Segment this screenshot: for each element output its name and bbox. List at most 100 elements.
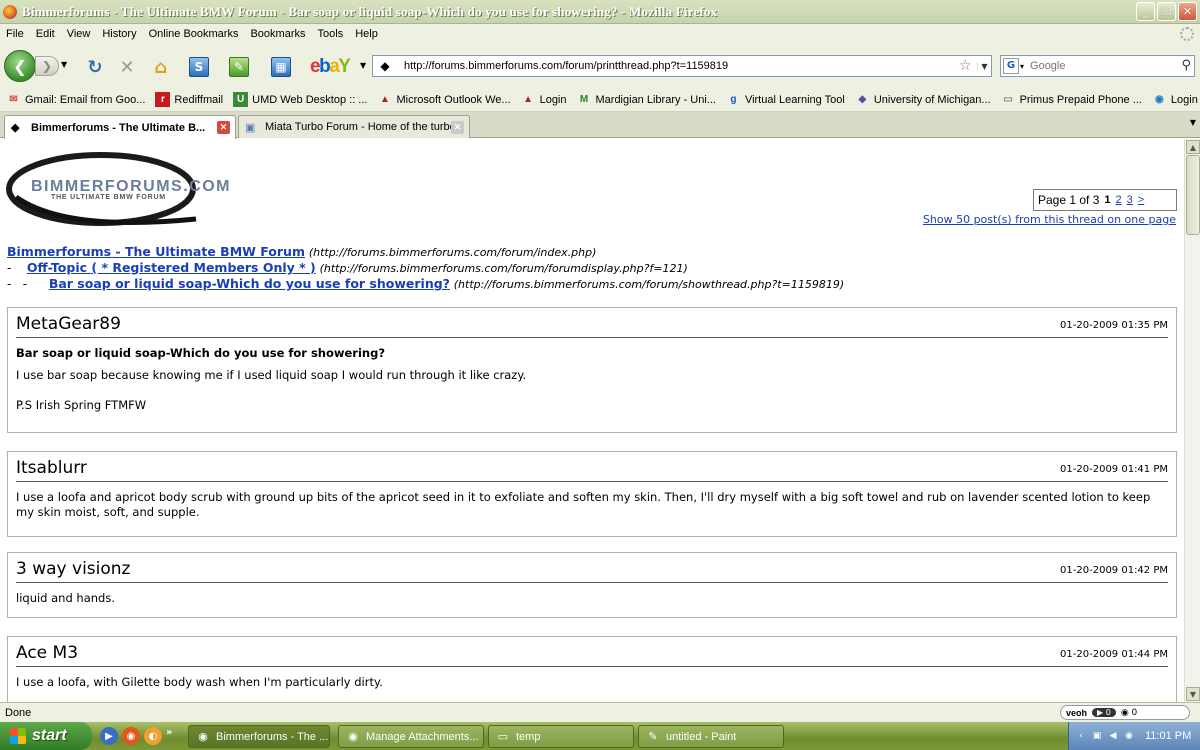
veoh-label: veoh — [1066, 707, 1088, 718]
post-body: liquid and hands. — [16, 591, 1168, 606]
quick-launch: ▶ ◉ ◐ » — [100, 727, 172, 745]
scroll-up-icon[interactable]: ▲ — [1186, 140, 1200, 154]
network-icon[interactable]: ▣ — [1091, 730, 1103, 742]
bookmark-umd[interactable]: U UMD Web Desktop :: ... — [233, 92, 367, 107]
bookmark-login-verification[interactable]: ◉Login Verification — [1152, 92, 1200, 107]
breadcrumb-url: (http://forums.bimmerforums.com/forum/sh… — [453, 278, 845, 291]
page-link-next[interactable]: > — [1138, 194, 1144, 206]
back-button[interactable]: ❮ — [4, 50, 36, 82]
reload-button[interactable]: ↻ — [84, 56, 106, 78]
window-title: Bimmerforums - The Ultimate BMW Forum - … — [22, 3, 718, 19]
bookmark-gmail[interactable]: ✉ Gmail: Email from Goo... — [6, 92, 145, 107]
post: 3 way visionz 01-20-2009 01:42 PM liquid… — [7, 552, 1177, 618]
menu-view[interactable]: View — [61, 28, 97, 40]
menu-help[interactable]: Help — [349, 28, 384, 40]
tab-close-icon[interactable]: ✕ — [451, 121, 464, 134]
post: Itsablurr 01-20-2009 01:41 PM I use a lo… — [7, 451, 1177, 537]
menu-bar: File Edit View History Online Bookmarks … — [0, 24, 1200, 44]
breadcrumb-prefix: - — [7, 261, 12, 275]
post-header: Itsablurr 01-20-2009 01:41 PM — [16, 458, 1168, 482]
address-bar[interactable]: ◆ http://forums.bimmerforums.com/forum/p… — [372, 55, 992, 77]
veoh-rss-icon[interactable]: ◉ 0 — [1121, 708, 1137, 718]
breadcrumb-thread-link[interactable]: Bar soap or liquid soap-Which do you use… — [49, 276, 450, 291]
engine-dropdown-icon[interactable]: ▾ — [1020, 62, 1024, 71]
history-dropdown-icon[interactable]: ▼ — [61, 60, 67, 69]
breadcrumb-url: (http://forums.bimmerforums.com/forum/fo… — [319, 262, 688, 275]
search-box[interactable]: G ▾ ⚲ — [1000, 55, 1195, 77]
menu-file[interactable]: File — [0, 28, 30, 40]
menu-history[interactable]: History — [96, 28, 142, 40]
search-input[interactable] — [1030, 60, 1171, 72]
stop-icon: ✕ — [119, 56, 135, 78]
page-link-2[interactable]: 2 — [1116, 194, 1122, 206]
veoh-widget[interactable]: veoh ▶ 0 ◉ 0 — [1060, 705, 1190, 720]
taskbar-item-paint[interactable]: ✎ untitled - Paint — [638, 725, 784, 748]
breadcrumb-subforum-link[interactable]: Off-Topic ( * Registered Members Only * … — [27, 260, 316, 275]
stop-button[interactable]: ✕ — [116, 56, 138, 78]
scrollbar-thumb[interactable] — [1186, 155, 1200, 235]
vertical-scrollbar[interactable]: ▲ ▼ — [1184, 139, 1200, 702]
bookmark-virtual-learning[interactable]: g Virtual Learning Tool — [726, 92, 844, 107]
breadcrumb-url: (http://forums.bimmerforums.com/forum/in… — [308, 246, 597, 259]
bookmark-umich[interactable]: ◆ University of Michigan... — [855, 92, 990, 107]
veoh-play-icon[interactable]: ▶ 0 — [1092, 708, 1116, 717]
ebay-dropdown-icon[interactable]: ▼ — [360, 61, 366, 70]
close-button[interactable]: ✕ — [1178, 2, 1197, 21]
bookmark-primus[interactable]: ▭ Primus Prepaid Phone ... — [1001, 92, 1142, 107]
home-button[interactable]: ⌂ — [150, 56, 172, 78]
menu-bookmarks[interactable]: Bookmarks — [244, 28, 311, 40]
app-quicklaunch-icon[interactable]: ◐ — [144, 727, 162, 745]
search-icon[interactable]: ⚲ — [1181, 58, 1191, 73]
minimize-button[interactable]: _ — [1136, 2, 1155, 21]
firefox-icon: ◉ — [348, 731, 358, 743]
taskbar-item-temp[interactable]: ▭ temp — [488, 725, 634, 748]
bookmark-outlook[interactable]: ▲ Microsoft Outlook We... — [377, 92, 511, 107]
firefox-quicklaunch-icon[interactable]: ◉ — [122, 727, 140, 745]
bimmerforums-favicon-icon: ◆ — [11, 122, 20, 134]
bookmark-rediffmail[interactable]: r Rediffmail — [155, 92, 223, 107]
forward-button[interactable]: ❯ — [35, 56, 59, 76]
tray-expand-icon[interactable]: ‹ — [1075, 730, 1087, 742]
google-engine-icon[interactable]: G — [1003, 58, 1019, 74]
taskbar-item-manage-attachments[interactable]: ◉ Manage Attachments... — [338, 725, 484, 748]
tab-close-icon[interactable]: ✕ — [217, 121, 230, 134]
breadcrumb-forum-link[interactable]: Bimmerforums - The Ultimate BMW Forum — [7, 244, 305, 259]
post: MetaGear89 01-20-2009 01:35 PM Bar soap … — [7, 307, 1177, 433]
home-icon: ⌂ — [154, 56, 168, 78]
volume-icon[interactable]: ◀ — [1107, 730, 1119, 742]
toolbar-button-s3[interactable]: ▦ — [270, 56, 292, 78]
toolbar-button-s1[interactable]: S — [188, 56, 210, 78]
post-date: 01-20-2009 01:44 PM — [1060, 649, 1168, 660]
ebay-button[interactable]: ebaY — [310, 56, 351, 78]
taskbar-item-bimmerforums[interactable]: ◉ Bimmerforums - The ... — [188, 725, 330, 748]
media-player-icon[interactable]: ▶ — [100, 727, 118, 745]
library-icon: M — [579, 94, 589, 105]
bookmark-star-icon[interactable]: ☆ — [959, 58, 977, 74]
url-dropdown-icon[interactable]: ▼ — [977, 61, 991, 71]
pagination: Page 1 of 3 1 2 3 > — [1033, 189, 1177, 211]
quicklaunch-expand-icon[interactable]: » — [166, 727, 172, 745]
url-text[interactable]: http://forums.bimmerforums.com/forum/pri… — [404, 60, 959, 72]
tab-bimmerforums[interactable]: ◆ Bimmerforums - The Ultimate B... ✕ — [4, 115, 236, 139]
bimmerforums-logo[interactable]: BIMMERFORUMS.COM THE ULTIMATE BMW FORUM — [6, 147, 266, 227]
post-title: Bar soap or liquid soap-Which do you use… — [16, 346, 386, 360]
post-paragraph: I use a loofa and apricot body scrub wit… — [16, 490, 1151, 519]
menu-edit[interactable]: Edit — [30, 28, 61, 40]
toolbar-button-s2[interactable]: ✎ — [228, 56, 250, 78]
restore-button[interactable]: ❐ — [1157, 2, 1176, 21]
bookmark-login[interactable]: ▲ Login — [521, 92, 566, 107]
page-link-3[interactable]: 3 — [1127, 194, 1133, 206]
show-all-posts-link[interactable]: Show 50 post(s) from this thread on one … — [923, 213, 1176, 226]
tab-list-dropdown-icon[interactable]: ▼ — [1190, 118, 1196, 127]
arrow-right-icon: ❯ — [41, 59, 53, 73]
post-username: 3 way visionz — [16, 559, 131, 579]
menu-online-bookmarks[interactable]: Online Bookmarks — [143, 28, 245, 40]
miata-favicon-icon: ▣ — [245, 121, 256, 134]
tab-miata[interactable]: ▣ Miata Turbo Forum - Home of the turbo.… — [238, 115, 470, 138]
menu-tools[interactable]: Tools — [312, 28, 350, 40]
scroll-down-icon[interactable]: ▼ — [1186, 687, 1200, 701]
tray-app-icon[interactable]: ◉ — [1123, 730, 1135, 742]
bookmark-mardigian[interactable]: M Mardigian Library - Uni... — [577, 92, 716, 107]
start-button[interactable]: start — [0, 722, 92, 750]
status-bar: Done veoh ▶ 0 ◉ 0 — [0, 702, 1200, 722]
